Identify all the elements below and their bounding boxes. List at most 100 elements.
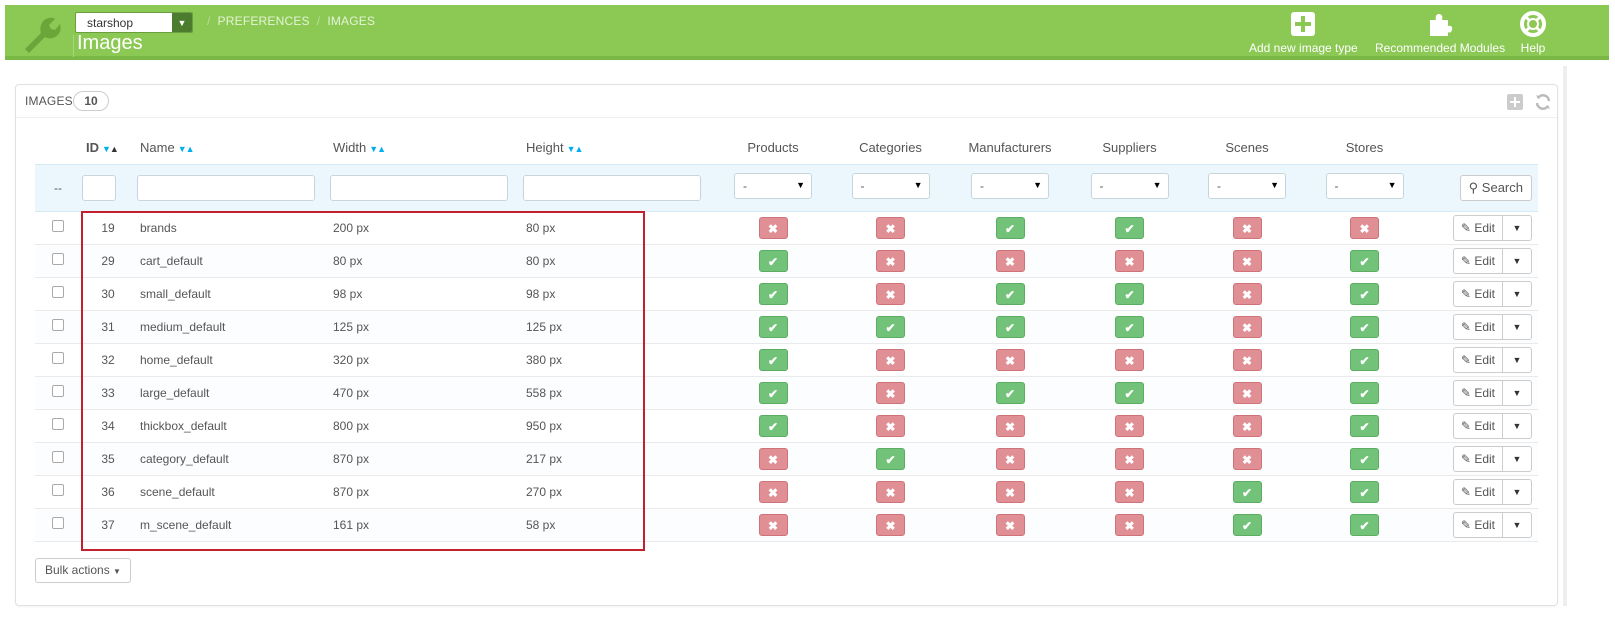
row-checkbox[interactable] [52, 484, 64, 496]
chevron-down-icon[interactable]: ▼ [1503, 216, 1531, 240]
row-checkbox[interactable] [52, 418, 64, 430]
cross-icon[interactable]: ✖ [995, 480, 1025, 503]
cross-icon[interactable]: ✖ [995, 249, 1025, 272]
chevron-down-icon[interactable]: ▼ [1503, 513, 1531, 537]
edit-button[interactable]: ✎ Edit [1454, 380, 1503, 405]
filter-scenes-select[interactable]: - ▼ [1208, 173, 1286, 199]
breadcrumb-item-preferences[interactable]: PREFERENCES [218, 14, 310, 28]
cross-icon[interactable]: ✖ [876, 480, 905, 503]
edit-button[interactable]: ✎ Edit [1454, 281, 1503, 306]
filter-categories-select[interactable]: - ▼ [851, 173, 930, 199]
breadcrumb-item-images[interactable]: IMAGES [327, 14, 375, 28]
check-icon[interactable]: ✔ [1350, 414, 1379, 437]
check-icon[interactable]: ✔ [1350, 315, 1379, 338]
sort-arrows-icon[interactable]: ▼▲ [102, 144, 119, 154]
edit-button[interactable]: ✎ Edit [1454, 413, 1503, 438]
cross-icon[interactable]: ✖ [758, 480, 788, 503]
check-icon[interactable]: ✔ [758, 381, 788, 404]
chevron-down-icon[interactable]: ▼ [1503, 315, 1531, 339]
chevron-down-icon[interactable]: ▼ [1503, 414, 1531, 438]
check-icon[interactable]: ✔ [1350, 348, 1379, 371]
check-icon[interactable]: ✔ [758, 249, 788, 272]
cross-icon[interactable]: ✖ [1115, 249, 1144, 272]
cross-icon[interactable]: ✖ [1232, 249, 1262, 272]
edit-button[interactable]: ✎ Edit [1454, 314, 1503, 339]
col-header-name[interactable]: Name ▼▲ [135, 132, 328, 164]
cross-icon[interactable]: ✖ [876, 348, 905, 371]
cross-icon[interactable]: ✖ [876, 282, 905, 305]
check-icon[interactable]: ✔ [995, 282, 1025, 305]
chevron-down-icon[interactable]: ▼ [1503, 480, 1531, 504]
filter-id-input[interactable] [82, 174, 116, 201]
col-header-height[interactable]: Height ▼▲ [521, 132, 714, 164]
check-icon[interactable]: ✔ [876, 447, 905, 470]
check-icon[interactable]: ✔ [1115, 381, 1144, 404]
check-icon[interactable]: ✔ [1115, 282, 1144, 305]
cross-icon[interactable]: ✖ [1232, 348, 1262, 371]
refresh-icon[interactable] [1534, 93, 1552, 111]
chevron-down-icon[interactable]: ▼ [1503, 282, 1531, 306]
check-icon[interactable]: ✔ [1350, 513, 1379, 536]
chevron-down-icon[interactable]: ▼ [1503, 447, 1531, 471]
row-checkbox[interactable] [52, 451, 64, 463]
cross-icon[interactable]: ✖ [876, 381, 905, 404]
check-icon[interactable]: ✔ [995, 315, 1025, 338]
check-icon[interactable]: ✔ [1350, 381, 1379, 404]
cross-icon[interactable]: ✖ [1350, 216, 1379, 239]
check-icon[interactable]: ✔ [1115, 315, 1144, 338]
cross-icon[interactable]: ✖ [1232, 381, 1262, 404]
col-header-width[interactable]: Width ▼▲ [328, 132, 521, 164]
check-icon[interactable]: ✔ [758, 414, 788, 437]
check-icon[interactable]: ✔ [876, 315, 905, 338]
cross-icon[interactable]: ✖ [995, 513, 1025, 536]
filter-height-input[interactable] [523, 174, 701, 201]
check-icon[interactable]: ✔ [758, 315, 788, 338]
filter-products-select[interactable]: - ▼ [734, 173, 812, 199]
filter-name-input[interactable] [137, 174, 315, 201]
row-checkbox[interactable] [52, 517, 64, 529]
check-icon[interactable]: ✔ [1350, 447, 1379, 470]
sort-arrows-icon[interactable]: ▼▲ [369, 144, 386, 154]
filter-stores-select[interactable]: - ▼ [1325, 173, 1404, 199]
cross-icon[interactable]: ✖ [1115, 513, 1144, 536]
cross-icon[interactable]: ✖ [1115, 348, 1144, 371]
edit-button[interactable]: ✎ Edit [1454, 248, 1503, 273]
cross-icon[interactable]: ✖ [1232, 414, 1262, 437]
sort-arrows-icon[interactable]: ▼▲ [178, 144, 195, 154]
cross-icon[interactable]: ✖ [995, 447, 1025, 470]
edit-button[interactable]: ✎ Edit [1454, 215, 1503, 240]
cross-icon[interactable]: ✖ [1232, 315, 1262, 338]
row-checkbox[interactable] [52, 220, 64, 232]
help-button[interactable]: Help [1520, 11, 1546, 55]
check-icon[interactable]: ✔ [758, 282, 788, 305]
cross-icon[interactable]: ✖ [1115, 447, 1144, 470]
check-icon[interactable]: ✔ [1350, 249, 1379, 272]
edit-button[interactable]: ✎ Edit [1454, 512, 1503, 537]
check-icon[interactable]: ✔ [995, 216, 1025, 239]
add-new-image-type-button[interactable]: Add new image type [1249, 11, 1358, 55]
check-icon[interactable]: ✔ [1115, 216, 1144, 239]
cross-icon[interactable]: ✖ [876, 414, 905, 437]
row-checkbox[interactable] [52, 319, 64, 331]
cross-icon[interactable]: ✖ [1115, 414, 1144, 437]
edit-button[interactable]: ✎ Edit [1454, 347, 1503, 372]
chevron-down-icon[interactable]: ▼ [1503, 381, 1531, 405]
edit-button[interactable]: ✎ Edit [1454, 446, 1503, 471]
cross-icon[interactable]: ✖ [758, 216, 788, 239]
check-icon[interactable]: ✔ [1232, 513, 1262, 536]
chevron-down-icon[interactable]: ▼ [1503, 348, 1531, 372]
cross-icon[interactable]: ✖ [758, 447, 788, 470]
row-checkbox[interactable] [52, 352, 64, 364]
filter-suppliers-select[interactable]: - ▼ [1090, 173, 1169, 199]
filter-width-input[interactable] [330, 174, 508, 201]
cross-icon[interactable]: ✖ [1232, 282, 1262, 305]
cross-icon[interactable]: ✖ [758, 513, 788, 536]
edit-button[interactable]: ✎ Edit [1454, 479, 1503, 504]
chevron-down-icon[interactable]: ▼ [1503, 249, 1531, 273]
check-icon[interactable]: ✔ [1232, 480, 1262, 503]
cross-icon[interactable]: ✖ [876, 513, 905, 536]
check-icon[interactable]: ✔ [1350, 282, 1379, 305]
check-icon[interactable]: ✔ [758, 348, 788, 371]
cross-icon[interactable]: ✖ [1232, 216, 1262, 239]
scrollbar[interactable] [1563, 66, 1567, 606]
